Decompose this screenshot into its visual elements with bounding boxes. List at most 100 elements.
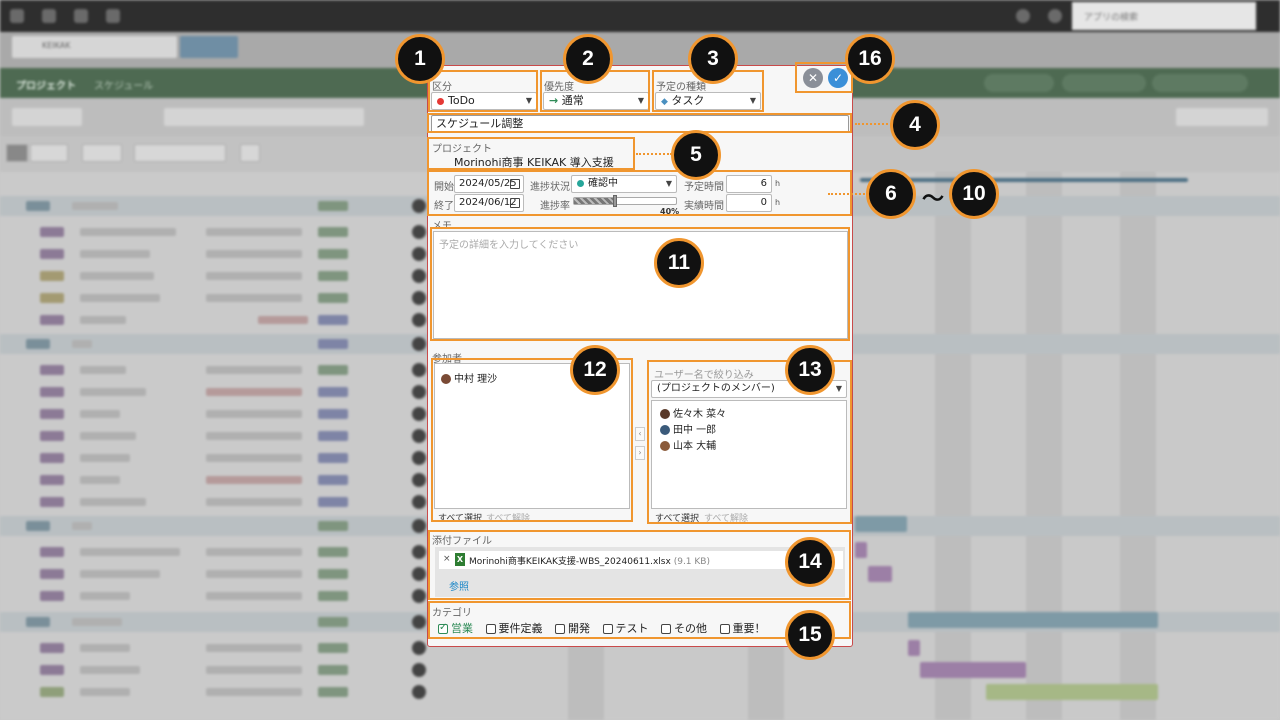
actual-hours-input[interactable]: 0 [726,194,772,212]
bg-text [80,366,126,374]
connector-6 [828,193,868,195]
bg-ctrl-box [6,144,28,162]
participant-name: 中村 理沙 [454,374,498,385]
bg-avatar [412,685,426,699]
title-input[interactable]: スケジュール調整 [431,115,849,133]
avatar [660,409,670,419]
attachment-file-name[interactable]: Morinohi商事KEIKAK支援-WBS_20240611.xlsx (9.… [469,554,710,567]
progress-rate-number: 40 [660,207,672,216]
connector-4 [855,123,895,125]
candidate-name: 田中 一郎 [673,425,717,436]
chevron-down-icon: ▼ [835,384,842,393]
participants-select-all-link[interactable]: すべて選択 [438,511,482,524]
attachment-file-size: (9.1 KB) [673,557,710,567]
bg-project-select[interactable]: KEIKAK [12,36,177,58]
bg-ctrl-box [30,144,68,162]
priority-label: 優先度 [544,82,574,93]
bg-text [206,644,302,652]
planned-hours-input[interactable]: 6 [726,175,772,193]
bg-text [206,498,302,506]
candidate-name: 山本 大輔 [673,441,717,452]
progress-rate-label: 進捗率 [540,201,570,212]
bg-tag [40,365,64,375]
bg-avatar [412,337,426,351]
browse-link[interactable]: 参照 [449,578,469,593]
attachment-item: × X Morinohi商事KEIKAK支援-WBS_20240611.xlsx… [439,551,843,569]
callout-12: 12 [570,345,620,395]
connector-5 [636,153,672,155]
category-test-checkbox[interactable]: テスト [602,620,649,636]
candidates-deselect-all-link[interactable]: すべて解除 [704,511,748,524]
candidate-item[interactable]: 田中 一郎 [660,421,716,436]
close-icon[interactable]: ✕ [803,68,823,88]
bg-tab-schedule[interactable]: スケジュール [94,77,153,92]
bg-right-button-1[interactable] [984,74,1054,92]
bg-tag [40,643,64,653]
bg-gantt-bar [920,662,1026,678]
category-requirements-checkbox[interactable]: 要件定義 [485,620,543,636]
bg-tag [26,617,50,627]
bg-project-select-text: KEIKAK [42,41,71,50]
status-select[interactable]: 確認中 ▼ [571,175,677,193]
progress-rate-slider[interactable] [573,195,677,207]
bg-gantt-bar [986,684,1158,700]
callout-16: 16 [845,34,895,84]
bg-right-button-2[interactable] [1062,74,1146,92]
candidate-list[interactable]: 佐々木 菜々 田中 一郎 山本 大輔 [651,400,847,509]
priority-select[interactable]: → 通常 ▼ [543,92,649,110]
progress-rate-handle[interactable] [612,195,617,207]
avatar [660,441,670,451]
bg-badge [318,643,348,653]
participants-deselect-all-link[interactable]: すべて解除 [486,511,530,524]
bg-right-button-3[interactable] [1152,74,1248,92]
checkbox-icon [485,624,496,634]
end-label: 終了 [434,201,454,212]
category-development-checkbox[interactable]: 開発 [555,620,590,636]
bg-avatar [412,473,426,487]
actual-hours-label: 実績時間 [684,201,724,212]
category-important-checkbox[interactable]: 重要！ [719,620,766,636]
check-icon[interactable]: ✓ [828,68,848,88]
bg-badge [318,453,348,463]
chevron-down-icon: ▼ [525,96,532,105]
category-important-label: 重要！ [732,622,766,635]
project-value[interactable]: Morinohi商事 KEIKAK 導入支援 [454,154,614,170]
candidate-item[interactable]: 山本 大輔 [660,437,716,452]
bg-text [80,228,176,236]
bg-tab-project[interactable]: プロジェクト [16,77,76,92]
schedule-type-select[interactable]: ◆ タスク ▼ [655,92,761,110]
bg-gantt-bar [868,566,892,582]
category-other-checkbox[interactable]: その他 [661,620,707,636]
bg-view-button[interactable] [180,36,238,58]
end-date-value: 2024/06/12 [459,197,517,208]
bg-tag [40,475,64,485]
bg-badge [318,547,348,557]
callout-10: 10 [949,169,999,219]
bg-tag [40,227,64,237]
kubun-select[interactable]: ToDo ▼ [431,92,537,110]
candidates-select-all-link[interactable]: すべて選択 [655,511,699,524]
bg-avatar [412,615,426,629]
app-search-input[interactable]: アプリの検索 [1072,2,1256,30]
bg-badge [318,293,348,303]
bg-tag [40,315,64,325]
end-date-input[interactable]: 2024/06/12 [454,194,524,212]
bg-avatar [412,545,426,559]
participant-item[interactable]: 中村 理沙 [441,370,497,385]
memo-textarea[interactable]: 予定の詳細を入力してください [433,231,848,339]
bg-tag [40,665,64,675]
start-date-input[interactable]: 2024/05/25 [454,175,524,193]
callout-5: 5 [671,130,721,180]
move-left-icon[interactable]: ‹ [635,427,645,441]
chevron-down-icon: ▼ [665,179,672,188]
move-right-icon[interactable]: › [635,446,645,460]
bg-avatar [412,663,426,677]
bg-avatar [412,199,426,213]
category-sales-checkbox[interactable]: 営業 [438,620,473,636]
user-filter-input[interactable]: ユーザー名で絞り込み [654,366,754,381]
bg-badge [318,497,348,507]
remove-file-icon[interactable]: × [443,554,451,564]
candidate-item[interactable]: 佐々木 菜々 [660,405,726,420]
priority-value: 通常 [561,94,584,107]
bg-badge [318,409,348,419]
